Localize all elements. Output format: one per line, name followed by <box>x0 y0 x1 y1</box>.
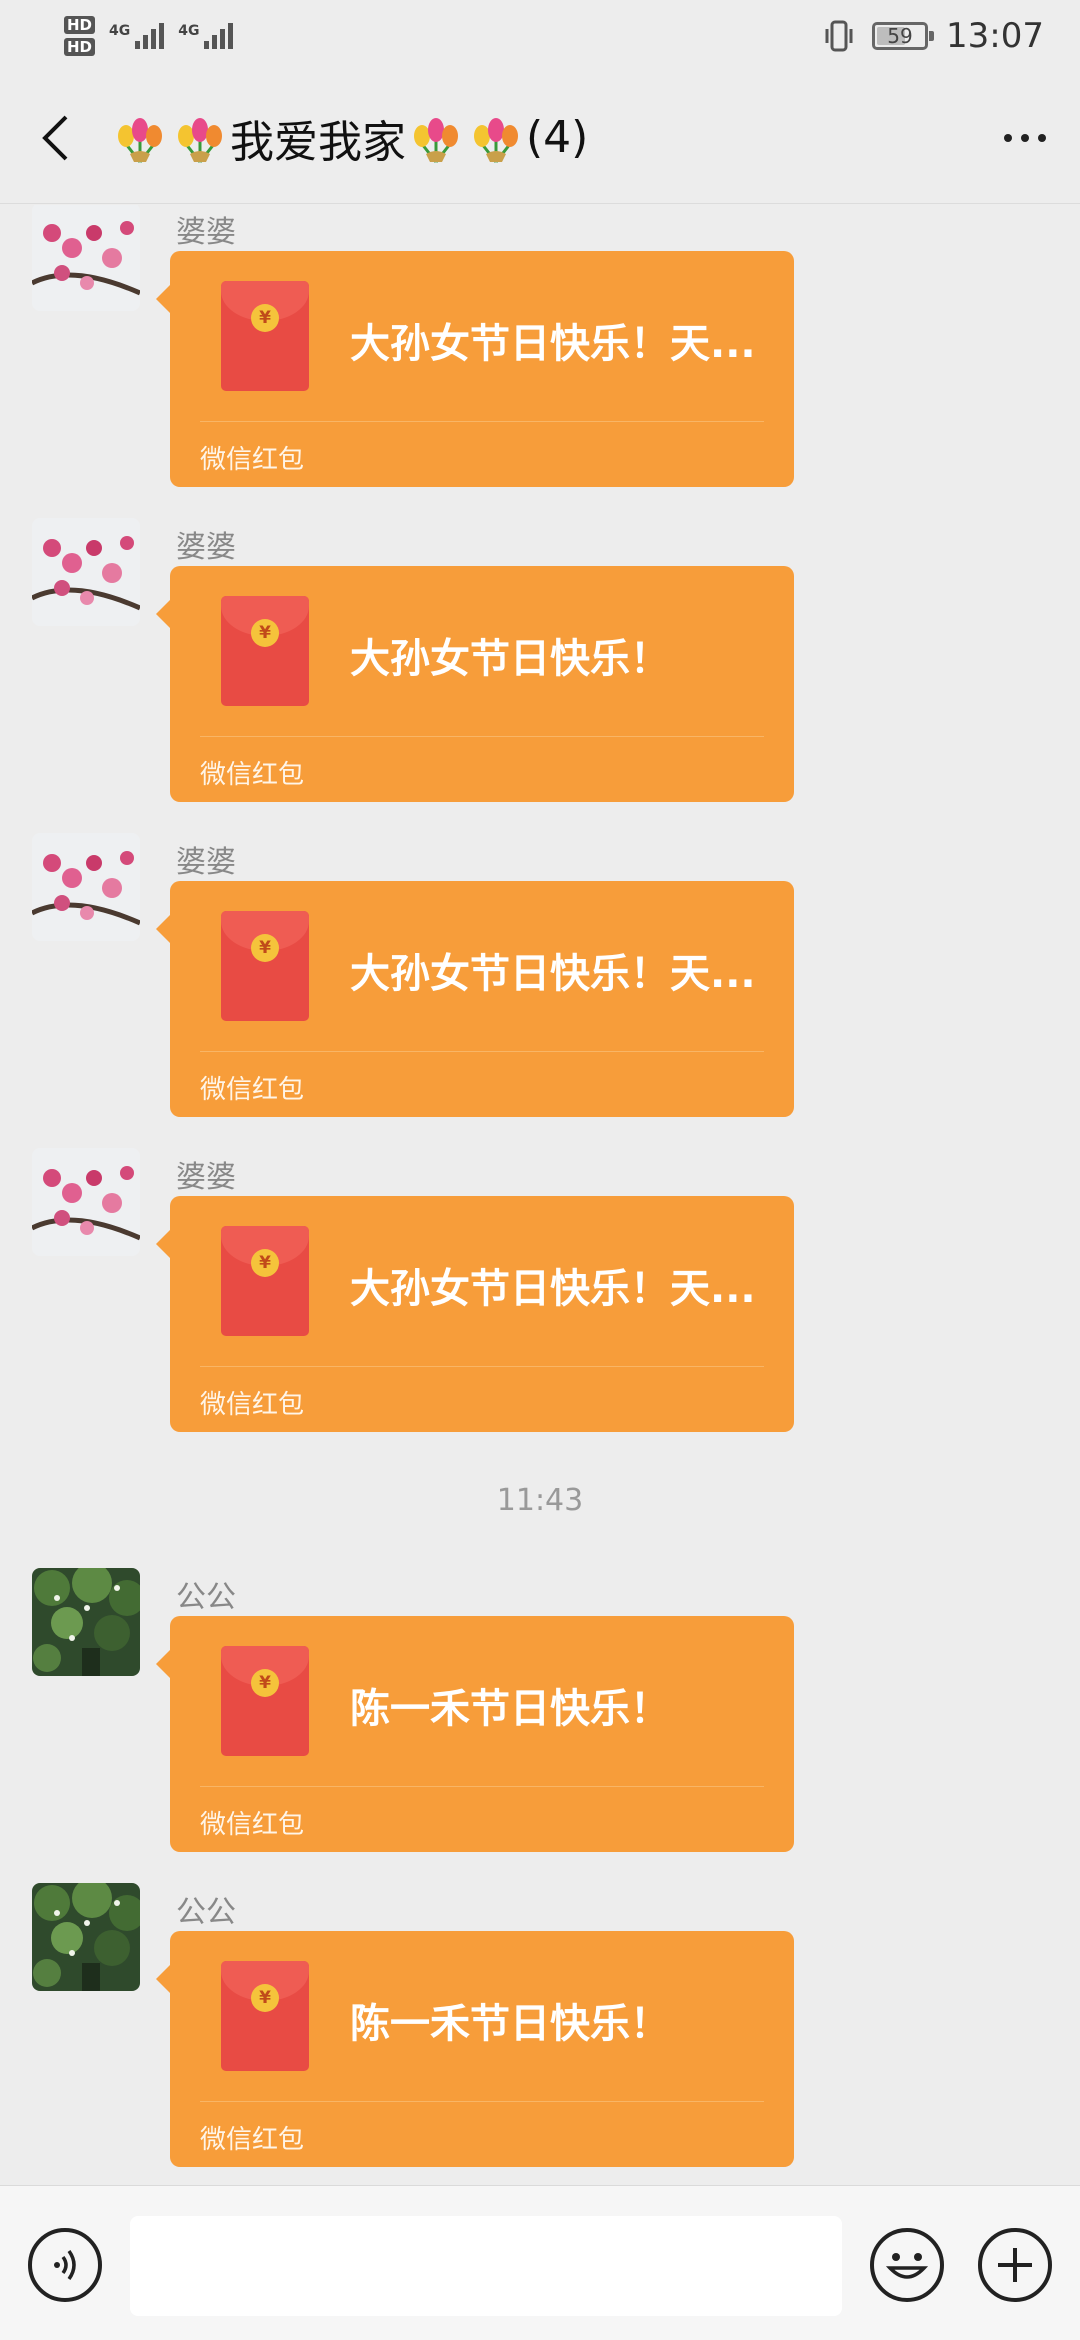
red-packet-label: 微信红包 <box>200 1810 305 1840</box>
status-bar: HD HD 4G 4G 59 13:07 <box>0 0 1080 72</box>
yuan-coin-icon: ¥ <box>251 1669 279 1697</box>
battery-level: 59 <box>887 24 913 48</box>
sender-avatar-tree[interactable] <box>32 1568 140 1676</box>
sender-name: 公公 <box>176 1580 236 1615</box>
red-envelope-icon: ¥ <box>221 1961 309 2071</box>
status-time: 13:07 <box>946 16 1044 56</box>
sender-avatar-blossom[interactable] <box>32 833 140 941</box>
blossom-avatar-icon <box>32 205 140 311</box>
divider <box>200 1366 764 1367</box>
net1-label: 4G <box>109 23 131 39</box>
red-packet-message: 大孙女节日快乐！ <box>350 636 670 682</box>
voice-button[interactable] <box>28 2228 102 2302</box>
red-packet[interactable]: ¥ 大孙女节日快乐！天... 微信红包 <box>156 251 794 487</box>
input-bar <box>0 2185 1080 2340</box>
sender-name: 婆婆 <box>176 530 236 565</box>
group-name: 我爱我家 <box>230 116 406 168</box>
sender-avatar-blossom[interactable] <box>32 518 140 626</box>
sender-name: 婆婆 <box>176 1160 236 1195</box>
tulip-icon <box>474 117 518 163</box>
sender-avatar-tree[interactable] <box>32 1883 140 1991</box>
tulip-icon <box>414 117 458 163</box>
battery-icon: 59 <box>872 22 935 50</box>
blossom-avatar-icon <box>32 833 140 941</box>
red-packet[interactable]: ¥ 陈一禾节日快乐！ 微信红包 <box>156 1931 794 2167</box>
member-count: (4) <box>526 112 589 163</box>
divider <box>200 2101 764 2102</box>
sender-avatar-blossom[interactable] <box>32 1148 140 1256</box>
blossom-avatar-icon <box>32 518 140 626</box>
tulip-icon <box>178 117 222 163</box>
divider <box>200 736 764 737</box>
more-functions-button[interactable] <box>978 2228 1052 2302</box>
chat-header: 我爱我家 (4) <box>0 72 1080 204</box>
group-title[interactable]: 我爱我家 (4) <box>110 106 970 170</box>
hd-indicators: HD HD <box>64 16 96 56</box>
red-packet-label: 微信红包 <box>200 445 305 475</box>
signal-sim2-icon: 4G <box>178 23 234 49</box>
sender-avatar-blossom[interactable] <box>32 205 140 311</box>
chat-message-list[interactable]: 婆婆 ¥ 大孙女节日快乐！天... 微信红包 婆婆 ¥ 大孙女节日快乐！ 微信红… <box>0 205 1080 2185</box>
blossom-avatar-icon <box>32 1148 140 1256</box>
red-packet[interactable]: ¥ 大孙女节日快乐！天... 微信红包 <box>156 881 794 1117</box>
signal-sim1-icon: 4G <box>109 23 165 49</box>
vibrate-icon <box>825 20 853 52</box>
back-arrow-icon <box>42 115 68 160</box>
status-right: 59 13:07 <box>824 16 1044 56</box>
back-button[interactable] <box>0 72 110 204</box>
red-packet-message: 陈一禾节日快乐！ <box>350 2001 670 2047</box>
emoji-button[interactable] <box>870 2228 944 2302</box>
red-packet-label: 微信红包 <box>200 2125 305 2155</box>
red-packet-message: 大孙女节日快乐！天... <box>350 951 756 997</box>
red-packet-label: 微信红包 <box>200 760 305 790</box>
hd-badge-2: HD <box>64 38 96 56</box>
yuan-coin-icon: ¥ <box>251 619 279 647</box>
sender-name: 婆婆 <box>176 215 236 250</box>
more-icon <box>1004 133 1012 142</box>
red-packet[interactable]: ¥ 陈一禾节日快乐！ 微信红包 <box>156 1616 794 1852</box>
yuan-coin-icon: ¥ <box>251 304 279 332</box>
red-envelope-icon: ¥ <box>221 1646 309 1756</box>
net2-label: 4G <box>178 23 200 39</box>
red-packet-message: 陈一禾节日快乐！ <box>350 1686 670 1732</box>
sender-name: 婆婆 <box>176 845 236 880</box>
tulip-icon <box>118 117 162 163</box>
red-envelope-icon: ¥ <box>221 281 309 391</box>
time-separator: 11:43 <box>496 1483 584 1518</box>
red-envelope-icon: ¥ <box>221 911 309 1021</box>
more-button[interactable] <box>970 72 1080 204</box>
divider <box>200 421 764 422</box>
tree-avatar-icon <box>32 1883 140 1991</box>
plus-icon <box>998 2248 1032 2282</box>
yuan-coin-icon: ¥ <box>251 1984 279 2012</box>
red-envelope-icon: ¥ <box>221 596 309 706</box>
divider <box>200 1786 764 1787</box>
sender-name: 公公 <box>176 1895 236 1930</box>
emoji-icon <box>885 2253 929 2279</box>
tree-avatar-icon <box>32 1568 140 1676</box>
red-packet-label: 微信红包 <box>200 1075 305 1105</box>
red-packet[interactable]: ¥ 大孙女节日快乐！天... 微信红包 <box>156 1196 794 1432</box>
divider <box>200 1051 764 1052</box>
yuan-coin-icon: ¥ <box>251 934 279 962</box>
voice-icon <box>54 2249 76 2281</box>
red-packet-message: 大孙女节日快乐！天... <box>350 1266 756 1312</box>
red-envelope-icon: ¥ <box>221 1226 309 1336</box>
red-packet-label: 微信红包 <box>200 1390 305 1420</box>
status-left: HD HD 4G 4G <box>64 16 234 56</box>
red-packet[interactable]: ¥ 大孙女节日快乐！ 微信红包 <box>156 566 794 802</box>
red-packet-message: 大孙女节日快乐！天... <box>350 321 756 367</box>
yuan-coin-icon: ¥ <box>251 1249 279 1277</box>
message-input[interactable] <box>130 2216 842 2316</box>
hd-badge-1: HD <box>64 16 96 34</box>
